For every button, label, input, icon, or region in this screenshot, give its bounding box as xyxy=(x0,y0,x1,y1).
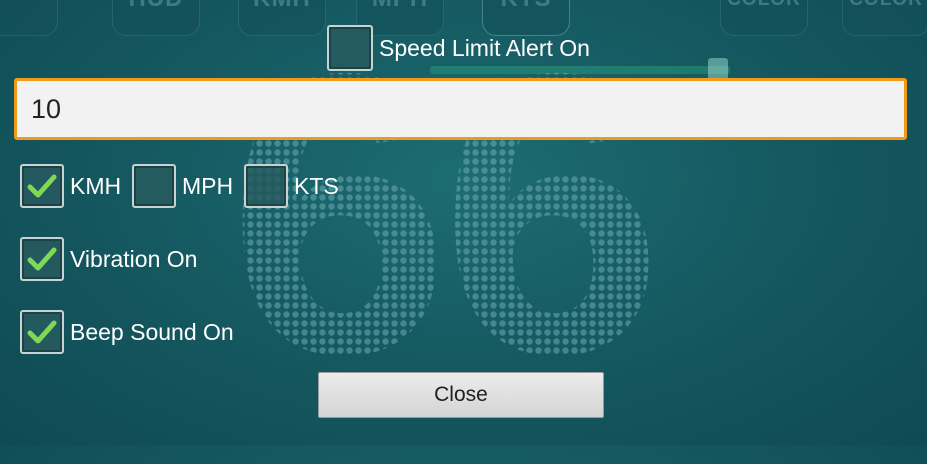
bg-tile-kmh: KMH xyxy=(238,0,326,36)
beep-sound-checkbox[interactable] xyxy=(20,310,64,354)
bg-tile-blank xyxy=(0,0,58,36)
bg-tile-hud: HUD xyxy=(112,0,200,36)
beep-sound-label: Beep Sound On xyxy=(70,318,234,345)
close-button[interactable]: Close xyxy=(318,372,604,418)
checkmark-icon xyxy=(27,247,57,271)
unit-kmh-row[interactable]: KMH xyxy=(20,164,121,208)
checkmark-icon xyxy=(27,320,57,344)
bg-tile-color-2: COLOR xyxy=(842,0,927,36)
speed-limit-alert-label: Speed Limit Alert On xyxy=(379,34,590,61)
unit-kts-checkbox[interactable] xyxy=(244,164,288,208)
unit-mph-checkbox[interactable] xyxy=(132,164,176,208)
bg-tile-color-1: COLOR xyxy=(720,0,808,36)
unit-kmh-label: KMH xyxy=(70,172,122,199)
vibration-row[interactable]: Vibration On xyxy=(20,237,197,281)
speed-limit-alert-checkbox[interactable] xyxy=(327,25,373,71)
unit-kts-row[interactable]: KTS xyxy=(244,164,339,208)
unit-kts-label: KTS xyxy=(294,172,339,199)
beep-sound-row[interactable]: Beep Sound On xyxy=(20,310,234,354)
vibration-label: Vibration On xyxy=(70,245,198,272)
checkmark-icon xyxy=(27,174,57,198)
unit-kmh-checkbox[interactable] xyxy=(20,164,64,208)
speed-limit-alert-row[interactable]: Speed Limit Alert On xyxy=(327,25,590,71)
unit-mph-row[interactable]: MPH xyxy=(132,164,233,208)
speed-limit-input[interactable] xyxy=(14,78,907,140)
vibration-checkbox[interactable] xyxy=(20,237,64,281)
unit-mph-label: MPH xyxy=(182,172,234,199)
